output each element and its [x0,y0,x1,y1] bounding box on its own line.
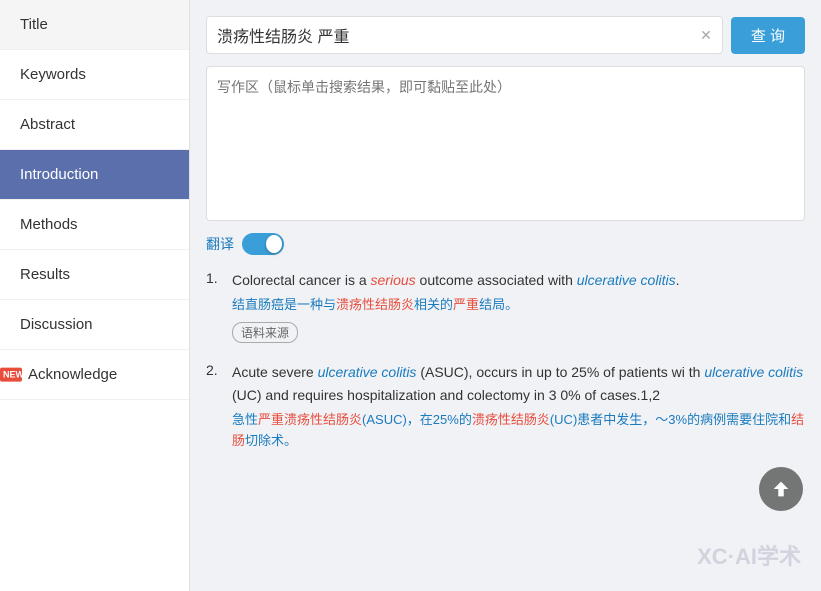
search-query-text: 溃疡性结肠炎 严重 [217,23,349,47]
sidebar-item-title[interactable]: Title [0,0,189,50]
clear-icon[interactable]: ✕ [700,27,712,44]
highlight-zh-2: 严重 [453,297,479,312]
sidebar-item-label: Results [20,266,70,283]
highlight-uc-2a: ulcerative colitis [318,364,417,380]
sidebar-item-label: Abstract [20,116,75,133]
sidebar-item-keywords[interactable]: Keywords [0,50,189,100]
source-tag-1[interactable]: 语料来源 [232,322,298,343]
sidebar-item-abstract[interactable]: Abstract [0,100,189,150]
result-content-1: Colorectal cancer is a serious outcome a… [232,269,805,343]
highlight-zh-4: 溃疡性结肠炎 [472,412,550,427]
highlight-uc-2b: ulcerative colitis [704,364,803,380]
result-item-1: 1. Colorectal cancer is a serious outcom… [206,269,805,343]
watermark: XC·AI学术 [697,539,801,571]
arrow-up-icon [770,478,792,500]
search-button[interactable]: 查 询 [731,17,805,54]
sidebar-item-discussion[interactable]: Discussion [0,300,189,350]
sidebar-item-label: Introduction [20,166,98,183]
sidebar-item-label: Discussion [20,316,93,333]
highlight-zh-1: 溃疡性结肠炎 [336,297,414,312]
result-en-1[interactable]: Colorectal cancer is a serious outcome a… [232,269,805,291]
sidebar-item-acknowledge[interactable]: NEW Acknowledge [0,350,189,400]
highlight-zh-3: 严重溃疡性结肠炎 [258,412,362,427]
results-list: 1. Colorectal cancer is a serious outcom… [206,269,805,474]
result-zh-2[interactable]: 急性严重溃疡性结肠炎(ASUC)，在25%的溃疡性结肠炎(UC)患者中发生，～3… [232,410,805,452]
result-content-2: Acute severe ulcerative colitis (ASUC), … [232,361,805,455]
sidebar-item-introduction[interactable]: Introduction [0,150,189,200]
result-num-2: 2. [206,361,224,455]
main-content: 溃疡性结肠炎 严重 ✕ 查 询 翻译 1. Colorectal cancer … [190,0,821,591]
result-num-1: 1. [206,269,224,343]
highlight-ulcerative-colitis-1: ulcerative colitis [577,272,676,288]
result-en-2[interactable]: Acute severe ulcerative colitis (ASUC), … [232,361,805,406]
write-area[interactable] [206,66,805,221]
translate-label: 翻译 [206,234,234,254]
search-input-wrap[interactable]: 溃疡性结肠炎 严重 ✕ [206,16,723,54]
sidebar-item-label: Acknowledge [28,366,117,383]
sidebar-item-label: Title [20,16,48,33]
sidebar-item-label: Methods [20,216,78,233]
toggle-knob [266,235,282,253]
highlight-serious: serious [371,272,416,288]
translate-toggle[interactable] [242,233,284,255]
sidebar-item-methods[interactable]: Methods [0,200,189,250]
new-badge: NEW [0,367,22,382]
sidebar-item-results[interactable]: Results [0,250,189,300]
sidebar: Title Keywords Abstract Introduction Met… [0,0,190,591]
scroll-up-button[interactable] [759,467,803,511]
sidebar-item-label: Keywords [20,66,86,83]
search-bar: 溃疡性结肠炎 严重 ✕ 查 询 [206,16,805,54]
translate-row: 翻译 [206,233,805,255]
result-zh-1[interactable]: 结直肠癌是一种与溃疡性结肠炎相关的严重结局。 [232,295,805,316]
result-item-2: 2. Acute severe ulcerative colitis (ASUC… [206,361,805,455]
